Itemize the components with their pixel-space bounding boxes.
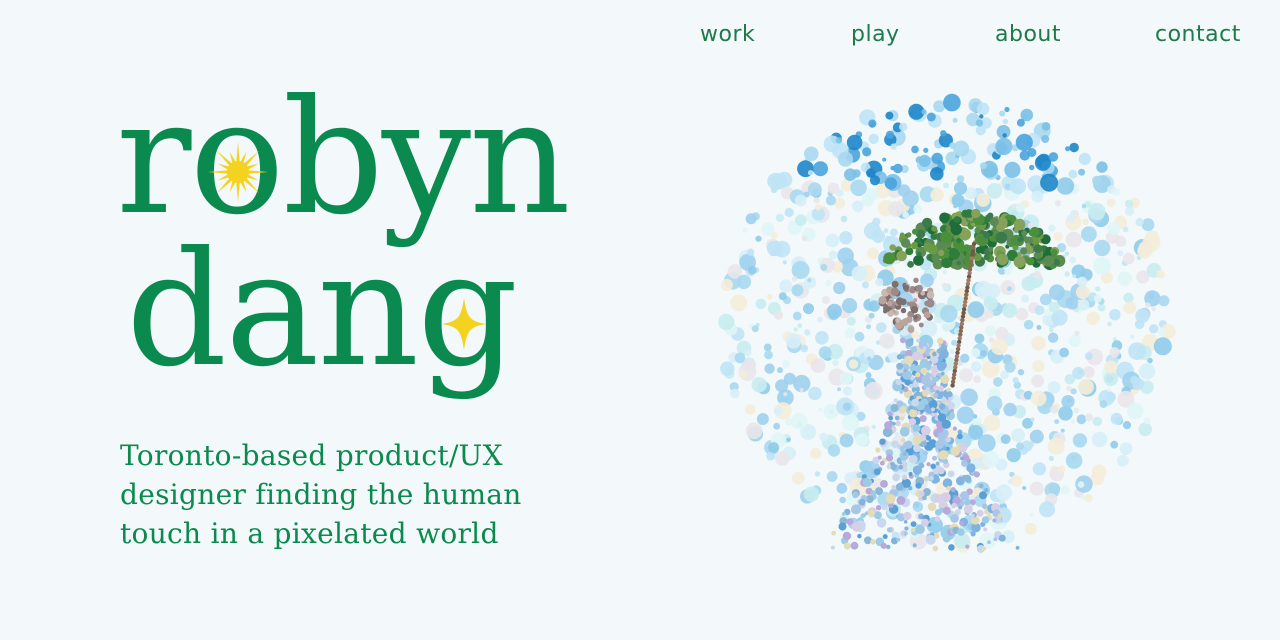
main-nav: work play about contact — [0, 22, 1280, 52]
logo-line-2: dang — [126, 218, 516, 402]
sun-icon — [208, 142, 268, 202]
nav-link-contact[interactable]: contact — [1155, 22, 1241, 47]
tagline-line: touch in a pixelated world — [120, 517, 499, 550]
tagline-line: designer finding the human — [120, 478, 522, 511]
tagline-line: Toronto-based product/UX — [120, 439, 503, 472]
nav-link-work[interactable]: work — [700, 22, 755, 47]
nav-link-about[interactable]: about — [995, 22, 1061, 47]
hero-illustration — [712, 84, 1182, 564]
dot-art-woman-with-umbrella — [718, 93, 1176, 553]
site-logo: robyn dang — [112, 80, 592, 410]
logo-wordmark: robyn dang — [116, 80, 571, 402]
tagline: Toronto-based product/UX designer findin… — [120, 436, 540, 553]
nav-link-play[interactable]: play — [851, 22, 900, 47]
